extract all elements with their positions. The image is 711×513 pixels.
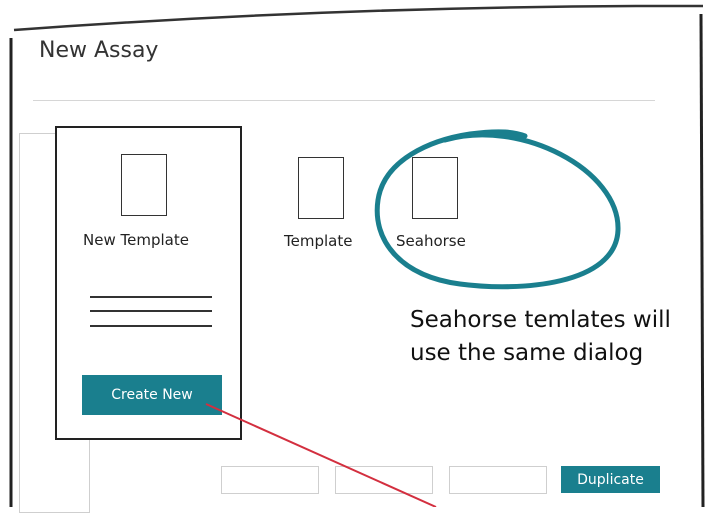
duplicate-button[interactable]: Duplicate xyxy=(561,466,660,493)
footer-button-3[interactable] xyxy=(449,466,547,494)
footer-button-2[interactable] xyxy=(335,466,433,494)
description-line-2 xyxy=(90,310,212,312)
new-template-icon xyxy=(121,154,167,216)
template-label: Template xyxy=(284,232,353,250)
seahorse-icon xyxy=(412,157,458,219)
seahorse-label: Seahorse xyxy=(396,232,466,250)
footer-button-1[interactable] xyxy=(221,466,319,494)
title-divider xyxy=(33,100,655,101)
dialog-title: New Assay xyxy=(39,38,159,63)
annotation-note: Seahorse temlates will use the same dial… xyxy=(410,307,671,366)
create-new-button[interactable]: Create New xyxy=(82,375,222,415)
new-template-label: New Template xyxy=(83,231,189,249)
description-line-1 xyxy=(90,296,212,298)
description-line-3 xyxy=(90,325,212,327)
template-icon xyxy=(298,157,344,219)
